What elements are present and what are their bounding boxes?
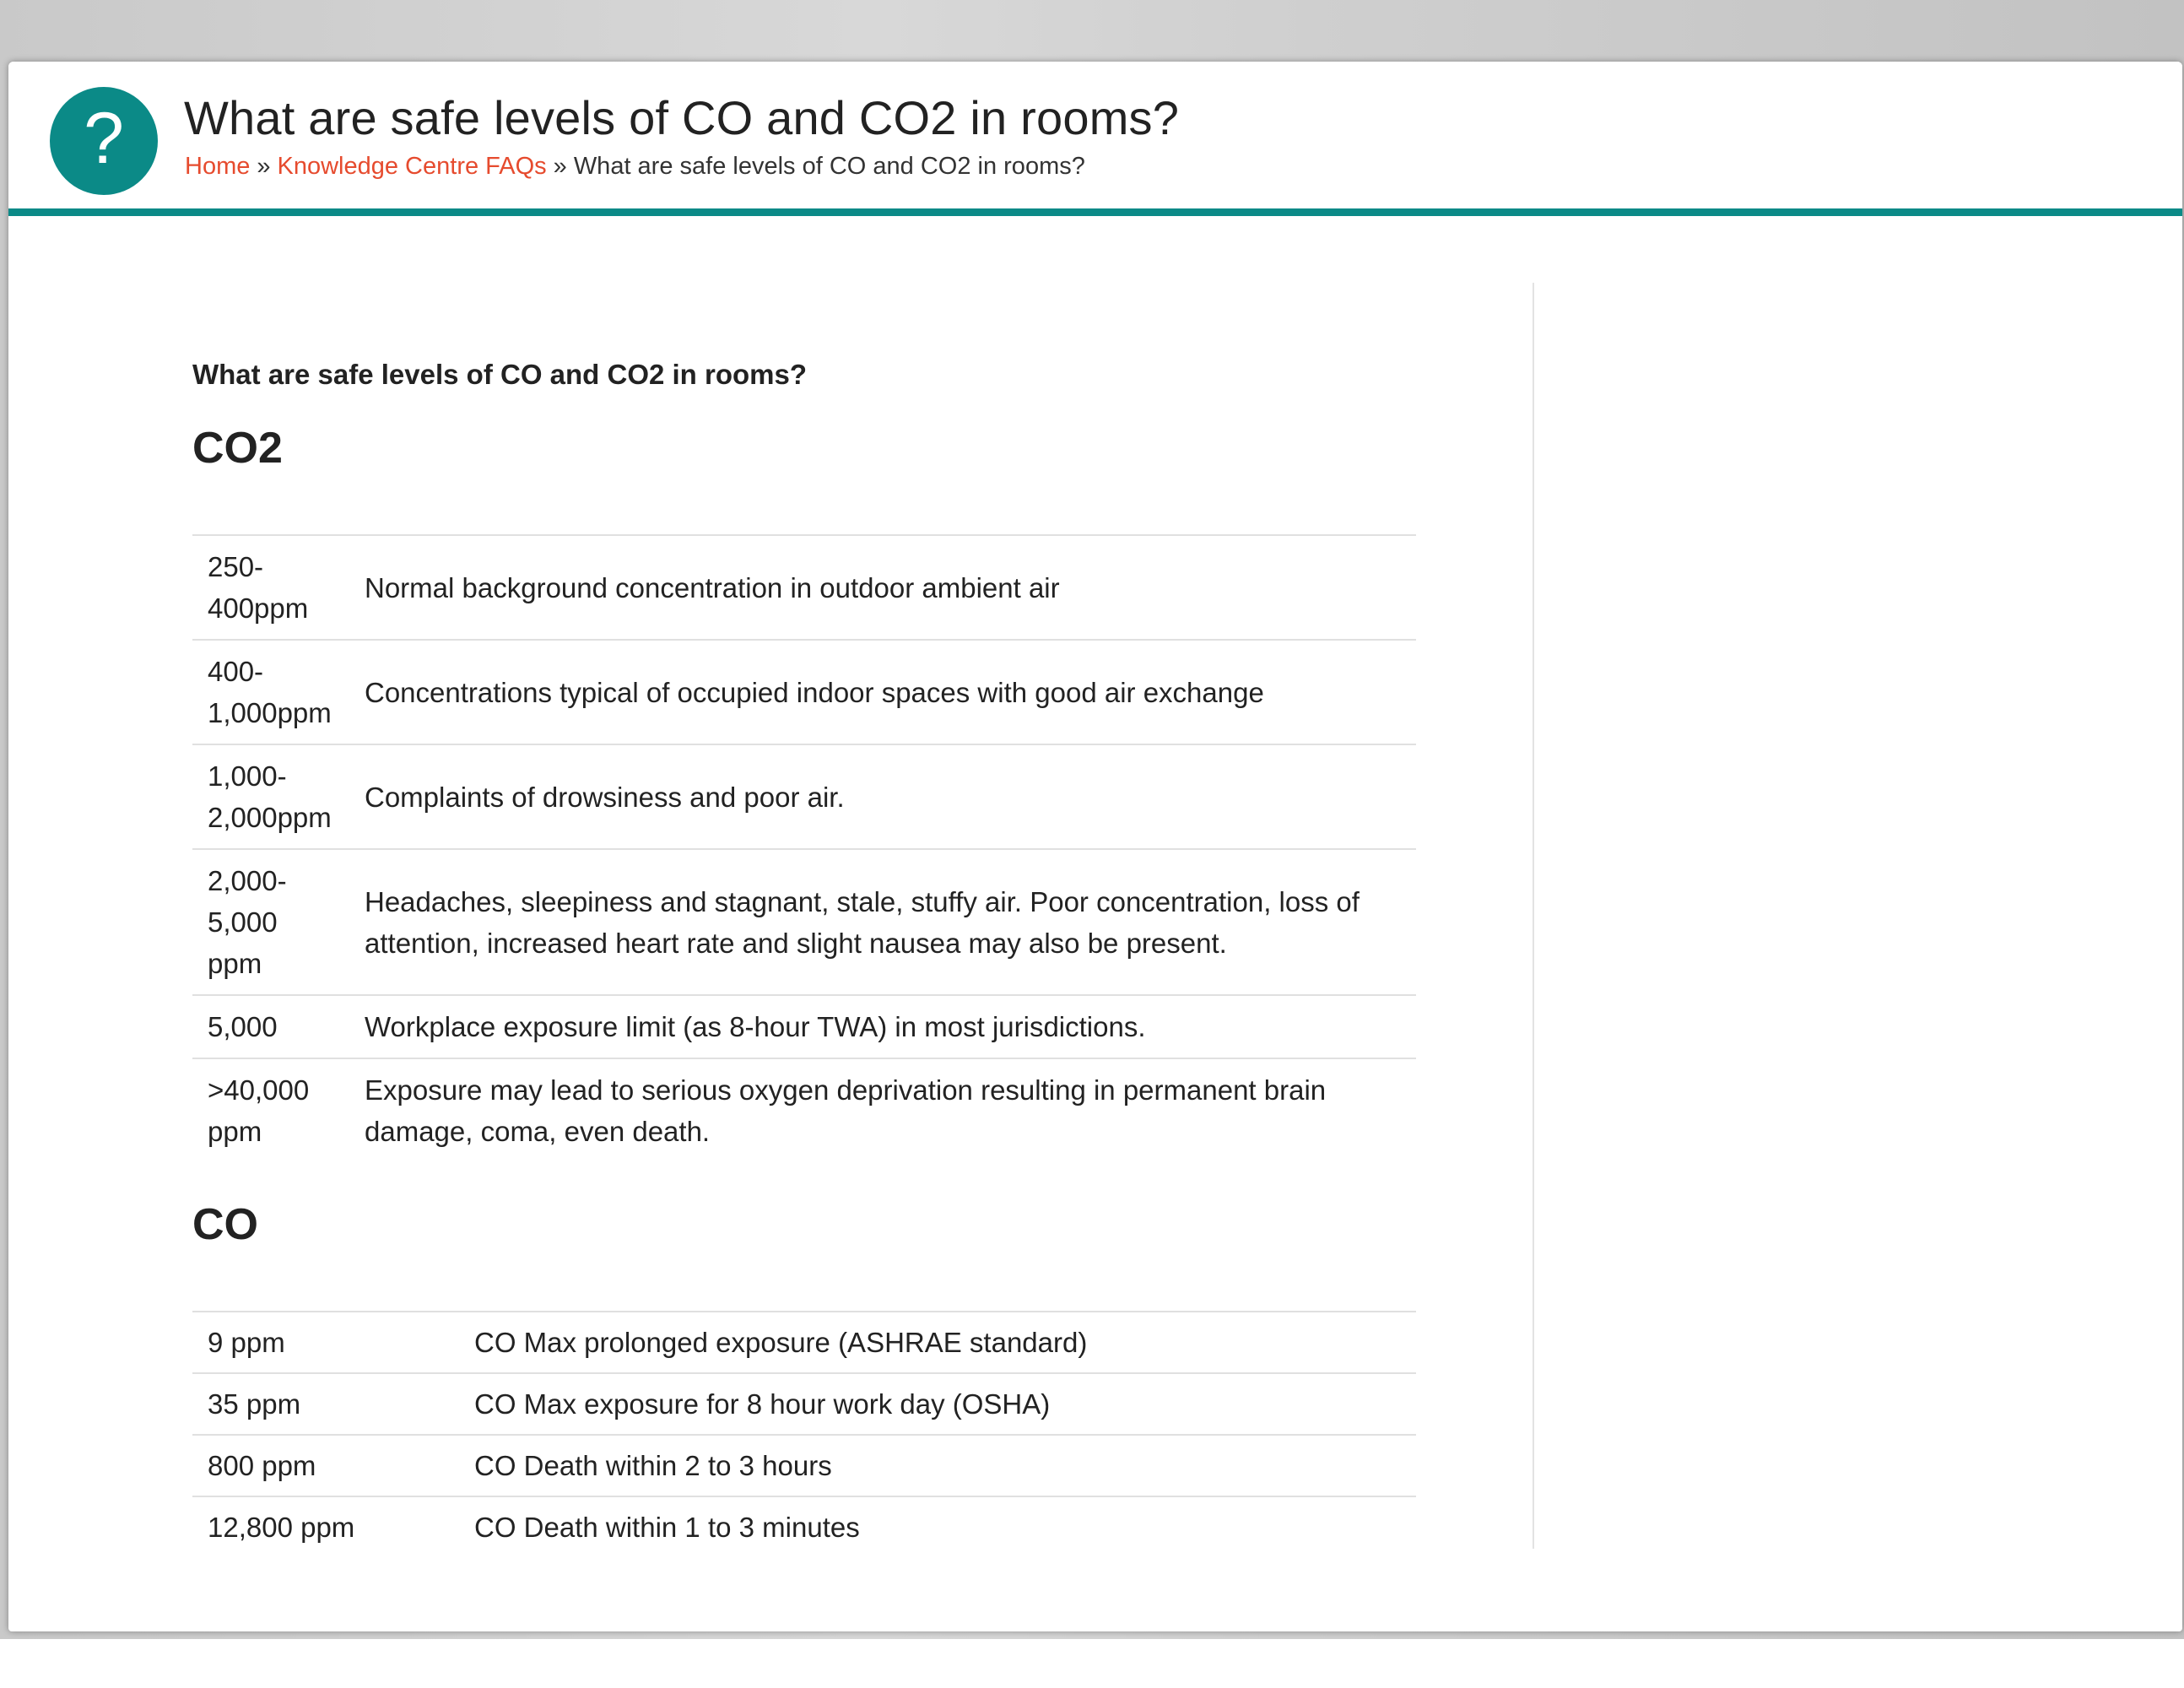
level-cell: 2,000-5,000 ppm: [192, 848, 349, 995]
level-cell: 250-400ppm: [192, 534, 349, 640]
table-row: 1,000-2,000ppm Complaints of drowsiness a…: [192, 744, 1416, 849]
breadcrumb-current: What are safe levels of CO and CO2 in ro…: [573, 153, 1085, 180]
table-row: >40,000 ppm Exposure may lead to serious …: [192, 1058, 1416, 1162]
level-cell: 5,000: [192, 994, 349, 1058]
level-cell: 9 ppm: [192, 1311, 459, 1373]
level-cell: 400-1,000ppm: [192, 639, 349, 744]
co-heading: CO: [192, 1200, 258, 1249]
table-row: 400-1,000ppm Concentrations typical of oc…: [192, 639, 1416, 744]
description-cell: Concentrations typical of occupied indoo…: [349, 639, 1416, 744]
description-cell: CO Death within 1 to 3 minutes: [459, 1496, 1416, 1557]
breadcrumb-separator: »: [257, 153, 271, 180]
browser-page: ? What are safe levels of CO and CO2 in …: [8, 62, 2182, 1631]
level-cell: 12,800 ppm: [192, 1496, 459, 1557]
level-cell: 800 ppm: [192, 1434, 459, 1496]
sidebar-divider: [1533, 283, 1534, 1549]
description-cell: CO Death within 2 to 3 hours: [459, 1434, 1416, 1496]
breadcrumb-separator: »: [553, 153, 567, 180]
breadcrumb: Home» Knowledge Centre FAQs» What are safe…: [185, 153, 1085, 181]
level-cell: >40,000 ppm: [192, 1058, 349, 1162]
table-row: 2,000-5,000 ppm Headaches, sleepiness and…: [192, 848, 1416, 995]
description-cell: Exposure may lead to serious oxygen depr…: [349, 1058, 1416, 1162]
page-title: What are safe levels of CO and CO2 in ro…: [184, 91, 1180, 144]
page-header: ? What are safe levels of CO and CO2 in …: [8, 62, 2182, 216]
table-row: 35 ppm CO Max exposure for 8 hour work da…: [192, 1372, 1416, 1435]
co2-heading: CO2: [192, 424, 283, 473]
table-row: 250-400ppm Normal background concentratio…: [192, 534, 1416, 640]
level-cell: 1,000-2,000ppm: [192, 744, 349, 849]
description-cell: Workplace exposure limit (as 8-hour TWA)…: [349, 994, 1416, 1058]
breadcrumb-faqs-link[interactable]: Knowledge Centre FAQs: [278, 153, 547, 180]
table-row: 5,000 Workplace exposure limit (as 8-hour…: [192, 994, 1416, 1058]
description-cell: Normal background concentration in outdo…: [349, 534, 1416, 640]
co2-levels-table: 250-400ppm Normal background concentratio…: [192, 534, 1416, 1162]
co-levels-table: 9 ppm CO Max prolonged exposure (ASHRAE s…: [192, 1311, 1416, 1557]
breadcrumb-home-link[interactable]: Home: [185, 153, 250, 180]
table-row: 800 ppm CO Death within 2 to 3 hours: [192, 1434, 1416, 1496]
description-cell: CO Max prolonged exposure (ASHRAE standa…: [459, 1311, 1416, 1373]
table-row: 9 ppm CO Max prolonged exposure (ASHRAE s…: [192, 1311, 1416, 1373]
svg-text:?: ?: [84, 98, 124, 179]
header-divider: [8, 208, 2182, 216]
description-cell: CO Max exposure for 8 hour work day (OSH…: [459, 1372, 1416, 1435]
description-cell: Complaints of drowsiness and poor air.: [349, 744, 1416, 849]
description-cell: Headaches, sleepiness and stagnant, stal…: [349, 848, 1416, 995]
article-question: What are safe levels of CO and CO2 in ro…: [192, 359, 808, 390]
level-cell: 35 ppm: [192, 1372, 459, 1435]
question-mark-icon: ?: [50, 87, 158, 195]
table-row: 12,800 ppm CO Death within 1 to 3 minutes: [192, 1496, 1416, 1557]
